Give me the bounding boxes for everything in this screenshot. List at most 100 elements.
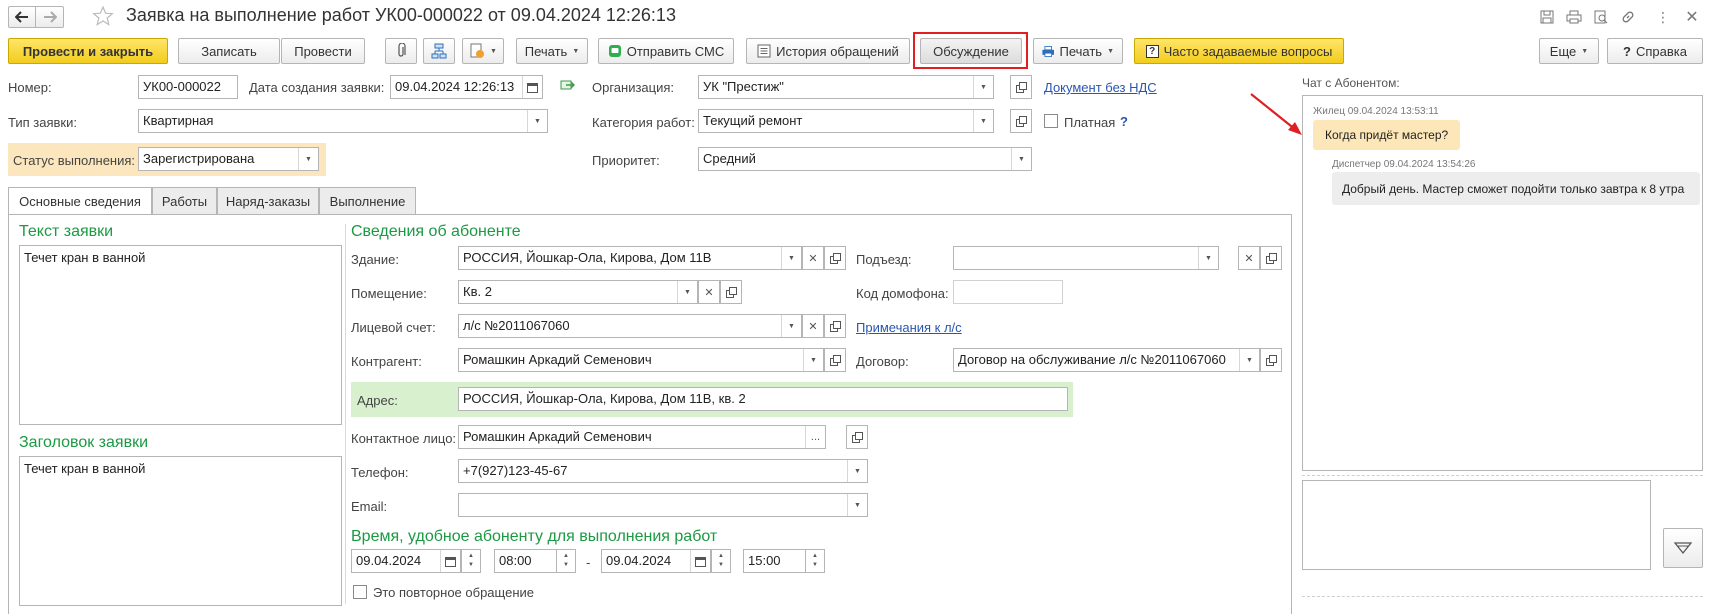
chevron-down-icon[interactable]: ▼ [1239, 349, 1259, 371]
clear-room-button[interactable]: ✕ [698, 280, 720, 304]
building-field[interactable]: РОССИЯ, Йошкар-Ола, Кирова, Дом 11В ▼ [458, 246, 802, 270]
account-notes-link[interactable]: Примечания к л/с [856, 320, 962, 335]
link-icon[interactable] [1619, 8, 1637, 26]
time-to-value: 15:00 [748, 553, 781, 568]
clear-building-button[interactable]: ✕ [802, 246, 824, 270]
calendar-icon[interactable] [522, 76, 542, 98]
address-field[interactable]: РОССИЯ, Йошкар-Ола, Кирова, Дом 11В, кв.… [458, 387, 1068, 411]
print-menu-button[interactable]: Печать ▼ [516, 38, 588, 64]
contact-person-field[interactable]: Ромашкин Аркадий Семенович ... [458, 425, 826, 449]
structure-button[interactable] [423, 38, 455, 64]
more-vertical-icon[interactable]: ⋮ [1654, 8, 1672, 26]
number-field[interactable]: УК00-000022 [138, 75, 238, 99]
close-icon[interactable]: ✕ [1683, 8, 1701, 26]
open-entrance-button[interactable] [1260, 246, 1282, 270]
tab-work-orders[interactable]: Наряд-заказы [217, 187, 319, 214]
chevron-down-icon[interactable]: ▼ [847, 460, 867, 482]
time-to-spinner[interactable]: ▲ ▼ [805, 549, 825, 573]
printer-icon[interactable] [1565, 8, 1583, 26]
priority-field[interactable]: Средний ▼ [698, 147, 1032, 171]
discussion-button[interactable]: Обсуждение [920, 38, 1022, 64]
post-and-close-button[interactable]: Провести и закрыть [8, 38, 168, 64]
create-based-on-button[interactable]: ▼ [462, 38, 504, 64]
date-to-field[interactable]: 09.04.2024 [601, 549, 711, 573]
room-field[interactable]: Кв. 2 ▼ [458, 280, 698, 304]
tab-works[interactable]: Работы [152, 187, 217, 214]
open-contact-button[interactable] [846, 425, 868, 449]
more-button[interactable]: Еще ▼ [1539, 38, 1599, 64]
back-button[interactable] [8, 6, 36, 28]
preview-search-icon[interactable] [1592, 8, 1610, 26]
created-date-field[interactable]: 09.04.2024 12:26:13 [390, 75, 543, 99]
chat-message-area[interactable]: Жилец 09.04.2024 13:53:11 Когда придёт м… [1302, 95, 1703, 471]
calendar-icon[interactable] [440, 550, 460, 572]
open-category-button[interactable] [1010, 109, 1032, 133]
chat-input[interactable] [1302, 480, 1651, 570]
chevron-down-icon[interactable]: ▼ [847, 494, 867, 516]
open-organization-button[interactable] [1010, 75, 1032, 99]
send-sms-button[interactable]: Отправить СМС [598, 38, 734, 64]
tab-execution[interactable]: Выполнение [319, 187, 416, 214]
ellipsis-select-icon[interactable]: ... [805, 426, 825, 448]
request-text-area[interactable]: Течет кран в ванной [19, 245, 342, 425]
contract-label: Договор: [856, 354, 909, 369]
open-contractor-button[interactable] [824, 348, 846, 372]
time-from-field[interactable]: 08:00 [494, 549, 558, 573]
doc-without-vat-link[interactable]: Документ без НДС [1044, 80, 1157, 95]
date-to-spinner[interactable]: ▲ ▼ [711, 549, 731, 573]
date-from-spinner[interactable]: ▲ ▼ [461, 549, 481, 573]
chevron-down-icon[interactable]: ▼ [527, 110, 547, 132]
chevron-down-icon[interactable]: ▼ [1011, 148, 1031, 170]
forward-button[interactable] [36, 6, 64, 28]
account-field[interactable]: л/с №2011067060 ▼ [458, 314, 802, 338]
open-building-button[interactable] [824, 246, 846, 270]
phone-field[interactable]: +7(927)123-45-67 ▼ [458, 459, 868, 483]
send-message-button[interactable] [1663, 528, 1703, 568]
organization-field[interactable]: УК "Престиж" ▼ [698, 75, 994, 99]
intercom-field[interactable] [953, 280, 1063, 304]
chevron-down-icon[interactable]: ▼ [803, 349, 823, 371]
clear-account-button[interactable]: ✕ [802, 314, 824, 338]
chevron-down-icon[interactable]: ▼ [1198, 247, 1218, 269]
window-title: Заявка на выполнение работ УК00-000022 о… [126, 5, 676, 25]
chevron-down-icon[interactable]: ▼ [781, 315, 801, 337]
status-field[interactable]: Зарегистрирована ▼ [138, 147, 319, 171]
help-button[interactable]: ? Справка [1607, 38, 1703, 64]
time-from-value: 08:00 [499, 553, 532, 568]
tab-main-info[interactable]: Основные сведения [8, 187, 152, 215]
request-type-field[interactable]: Квартирная ▼ [138, 109, 548, 133]
chevron-down-icon[interactable]: ▼ [973, 76, 993, 98]
contract-value: Договор на обслуживание л/с №2011067060 [958, 352, 1226, 367]
print-menu-button-2[interactable]: Печать ▼ [1033, 38, 1123, 64]
request-heading-area[interactable]: Течет кран в ванной [19, 456, 342, 606]
history-button[interactable]: История обращений [746, 38, 910, 64]
chevron-down-icon[interactable]: ▼ [781, 247, 801, 269]
faq-button[interactable]: ? Часто задаваемые вопросы [1134, 38, 1344, 64]
post-button[interactable]: Провести [281, 38, 365, 64]
chevron-down-icon[interactable]: ▼ [677, 281, 697, 303]
open-account-button[interactable] [824, 314, 846, 338]
clear-entrance-button[interactable]: ✕ [1238, 246, 1260, 270]
paid-checkbox[interactable] [1044, 114, 1058, 128]
paid-help-icon[interactable]: ? [1120, 114, 1128, 129]
calendar-icon[interactable] [690, 550, 710, 572]
fill-export-icon[interactable] [560, 78, 576, 94]
favorite-star-icon[interactable] [92, 5, 114, 27]
open-room-button[interactable] [720, 280, 742, 304]
date-from-field[interactable]: 09.04.2024 [351, 549, 461, 573]
attach-button[interactable] [385, 38, 417, 64]
time-from-spinner[interactable]: ▲ ▼ [556, 549, 576, 573]
tab-label: Выполнение [329, 193, 406, 209]
save-disk-icon[interactable] [1538, 8, 1556, 26]
open-contract-button[interactable] [1260, 348, 1282, 372]
entrance-field[interactable]: ▼ [953, 246, 1219, 270]
chevron-down-icon[interactable]: ▼ [298, 148, 318, 170]
chevron-down-icon[interactable]: ▼ [973, 110, 993, 132]
save-button[interactable]: Записать [178, 38, 280, 64]
time-to-field[interactable]: 15:00 [743, 549, 807, 573]
contractor-field[interactable]: Ромашкин Аркадий Семенович ▼ [458, 348, 824, 372]
work-category-field[interactable]: Текущий ремонт ▼ [698, 109, 994, 133]
email-field[interactable]: ▼ [458, 493, 868, 517]
contract-field[interactable]: Договор на обслуживание л/с №2011067060 … [953, 348, 1260, 372]
repeat-request-checkbox[interactable] [353, 585, 367, 599]
